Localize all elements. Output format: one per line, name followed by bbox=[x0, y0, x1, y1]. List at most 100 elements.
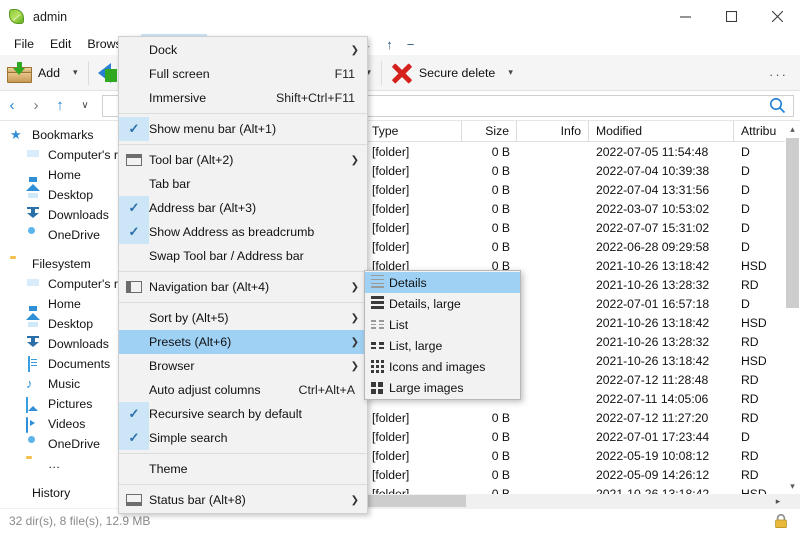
chevron-right-icon: ❯ bbox=[351, 313, 359, 324]
toolbar-overflow-icon[interactable]: ··· bbox=[769, 67, 788, 82]
menu-item-immersive[interactable]: ImmersiveShift+Ctrl+F11 bbox=[119, 86, 367, 110]
extract-icon bbox=[98, 63, 120, 83]
download-icon bbox=[26, 208, 41, 222]
preset-item-label: Large images bbox=[389, 381, 490, 395]
preset-item-label: Details, large bbox=[389, 297, 487, 311]
preset-item-label: List, large bbox=[389, 339, 468, 353]
secure-delete-button[interactable]: Secure delete bbox=[384, 55, 499, 91]
history-dropdown-icon[interactable]: ∨ bbox=[72, 93, 98, 119]
menu-item-label: Dock bbox=[149, 43, 367, 57]
hscroll-right-icon[interactable]: ▸ bbox=[771, 494, 785, 508]
menu-item-label: Theme bbox=[149, 462, 367, 476]
preset-item-list[interactable]: List bbox=[365, 314, 520, 335]
secure-delete-label: Secure delete bbox=[419, 66, 495, 80]
menubar-collapse-icon[interactable]: − bbox=[400, 35, 422, 54]
menu-item-gutter bbox=[119, 354, 149, 378]
column-header-info[interactable]: Info bbox=[517, 121, 589, 142]
menu-item-address-bar-alt-3[interactable]: ✓Address bar (Alt+3) bbox=[119, 196, 367, 220]
file-list-vscrollbar[interactable]: ▴ ▾ bbox=[785, 121, 800, 494]
add-dropdown-caret-icon[interactable]: ▾ bbox=[64, 67, 86, 78]
menu-item-navigation-bar-alt-4[interactable]: Navigation bar (Alt+4)❯ bbox=[119, 275, 367, 299]
sidebar-item-label: Home bbox=[48, 297, 81, 311]
cell-type: [folder] bbox=[365, 430, 462, 444]
add-button[interactable]: Add bbox=[0, 55, 64, 91]
check-icon: ✓ bbox=[129, 121, 140, 137]
menu-item-gutter bbox=[119, 86, 149, 110]
menu-item-presets-alt-6[interactable]: Presets (Alt+6)❯ bbox=[119, 330, 367, 354]
menu-item-gutter bbox=[119, 306, 149, 330]
menu-item-theme[interactable]: Theme bbox=[119, 457, 367, 481]
menu-item-tool-bar-alt-2[interactable]: Tool bar (Alt+2)❯ bbox=[119, 148, 367, 172]
up-button[interactable]: ↑ bbox=[48, 93, 72, 119]
menu-item-simple-search[interactable]: ✓Simple search bbox=[119, 426, 367, 450]
app-leaf-icon bbox=[9, 9, 25, 25]
cell-size: 0 B bbox=[462, 164, 517, 178]
sidebar-item-label: Computer's r bbox=[48, 148, 118, 162]
menu-item-recursive-search-by-default[interactable]: ✓Recursive search by default bbox=[119, 402, 367, 426]
preset-item-large-images[interactable]: Large images bbox=[365, 377, 520, 398]
scroll-down-icon[interactable]: ▾ bbox=[785, 478, 800, 494]
cell-modified: 2021-10-26 13:18:42 bbox=[589, 259, 734, 273]
menu-item-dock[interactable]: Dock❯ bbox=[119, 38, 367, 62]
cell-size: 0 B bbox=[462, 145, 517, 159]
cell-modified: 2022-07-04 10:39:38 bbox=[589, 164, 734, 178]
add-box-icon bbox=[7, 63, 32, 83]
menu-item-label: Presets (Alt+6) bbox=[149, 335, 367, 349]
menu-item-tab-bar[interactable]: Tab bar bbox=[119, 172, 367, 196]
menu-item-full-screen[interactable]: Full screenF11 bbox=[119, 62, 367, 86]
back-button[interactable]: ‹ bbox=[0, 93, 24, 119]
search-icon[interactable] bbox=[769, 97, 786, 117]
menu-separator bbox=[119, 453, 367, 454]
cell-type: [folder] bbox=[365, 202, 462, 216]
cell-modified: 2021-10-26 13:18:42 bbox=[589, 316, 734, 330]
menu-item-show-address-as-breadcrumb[interactable]: ✓Show Address as breadcrumb bbox=[119, 220, 367, 244]
sidebar-group-label: History bbox=[32, 486, 70, 500]
menu-item-gutter bbox=[119, 378, 149, 402]
presets-submenu[interactable]: Details Details, large List List, large Icon… bbox=[364, 270, 521, 400]
chevron-right-icon: ❯ bbox=[351, 45, 359, 56]
sidebar-item-label: Desktop bbox=[48, 317, 93, 331]
window-title: admin bbox=[33, 10, 67, 24]
maximize-button[interactable] bbox=[708, 0, 754, 33]
preset-item-details[interactable]: Details bbox=[365, 272, 520, 293]
menu-item-browser[interactable]: Browser❯ bbox=[119, 354, 367, 378]
column-header-modified[interactable]: Modified bbox=[589, 121, 734, 142]
menu-item-show-menu-bar-alt-1[interactable]: ✓ Show menu bar (Alt+1) bbox=[119, 117, 367, 141]
menu-item-label: Show menu bar (Alt+1) bbox=[149, 122, 367, 136]
folder-icon bbox=[10, 257, 25, 271]
minimize-button[interactable] bbox=[662, 0, 708, 33]
menu-item-swap-tool-bar-address-bar[interactable]: Swap Tool bar / Address bar bbox=[119, 244, 367, 268]
menu-separator bbox=[119, 271, 367, 272]
lock-icon[interactable] bbox=[774, 514, 788, 532]
organize-dropdown-menu[interactable]: Dock❯Full screenF11ImmersiveShift+Ctrl+F… bbox=[118, 36, 368, 514]
cell-type: [folder] bbox=[365, 221, 462, 235]
column-header-size[interactable]: Size bbox=[462, 121, 517, 142]
menu-file[interactable]: File bbox=[6, 34, 42, 55]
preset-item-list-large[interactable]: List, large bbox=[365, 335, 520, 356]
scroll-up-icon[interactable]: ▴ bbox=[785, 121, 800, 137]
preset-item-label: Icons and images bbox=[389, 360, 511, 374]
preset-glyph bbox=[365, 382, 389, 394]
chevron-right-icon: ❯ bbox=[351, 361, 359, 372]
cell-modified: 2021-10-26 13:18:42 bbox=[589, 354, 734, 368]
menu-item-sort-by-alt-5[interactable]: Sort by (Alt+5)❯ bbox=[119, 306, 367, 330]
history-icon bbox=[10, 486, 25, 500]
menu-item-gutter bbox=[119, 275, 149, 299]
menu-edit[interactable]: Edit bbox=[42, 34, 79, 55]
preset-item-icons-and-images[interactable]: Icons and images bbox=[365, 356, 520, 377]
close-button[interactable] bbox=[754, 0, 800, 33]
secure-delete-caret-icon[interactable]: ▾ bbox=[499, 67, 521, 78]
forward-button[interactable]: › bbox=[24, 93, 48, 119]
list-icon bbox=[371, 320, 384, 329]
preset-item-label: List bbox=[389, 318, 434, 332]
menu-item-auto-adjust-columns[interactable]: Auto adjust columnsCtrl+Alt+A bbox=[119, 378, 367, 402]
cell-size: 0 B bbox=[462, 221, 517, 235]
menubar-up-icon[interactable]: ↑ bbox=[379, 35, 400, 54]
menu-item-status-bar-alt-8[interactable]: Status bar (Alt+8)❯ bbox=[119, 488, 367, 512]
sidebar-item-label: … bbox=[48, 457, 60, 471]
menu-separator bbox=[119, 302, 367, 303]
column-header-type[interactable]: Type bbox=[365, 121, 462, 142]
preset-item-details-large[interactable]: Details, large bbox=[365, 293, 520, 314]
menu-item-gutter bbox=[119, 457, 149, 481]
scroll-thumb[interactable] bbox=[786, 138, 799, 308]
